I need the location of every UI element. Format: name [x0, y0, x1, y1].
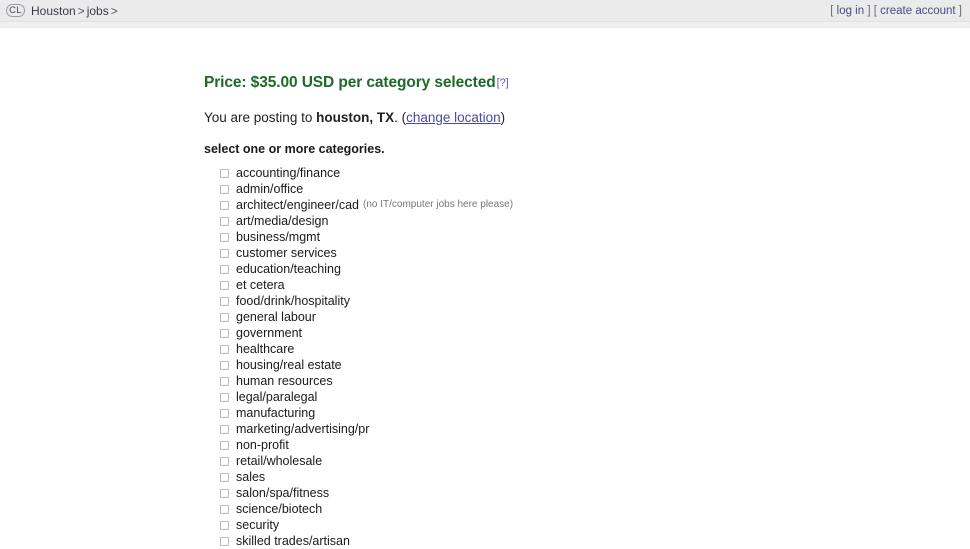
posting-period-text: . (: [394, 110, 407, 125]
category-label[interactable]: education/teaching: [236, 261, 341, 277]
category-list-item[interactable]: sales: [220, 469, 970, 485]
category-label[interactable]: admin/office: [236, 181, 303, 197]
select-categories-instruction: select one or more categories.: [204, 142, 385, 156]
category-checkbox[interactable]: [220, 232, 229, 242]
category-list-item[interactable]: human resources: [220, 373, 970, 389]
category-label[interactable]: legal/paralegal: [236, 389, 317, 405]
category-checkbox[interactable]: [220, 536, 229, 546]
category-list-item[interactable]: et cetera: [220, 277, 970, 293]
category-list-item[interactable]: accounting/finance: [220, 165, 970, 181]
category-checkbox[interactable]: [220, 520, 229, 530]
category-list-item[interactable]: science/biotech: [220, 501, 970, 517]
change-location-link[interactable]: change location: [406, 110, 501, 125]
create-account-link[interactable]: create account: [880, 5, 955, 17]
site-header: CL Houston > jobs > [ log in ] [ create acc…: [0, 0, 970, 22]
category-checkbox[interactable]: [220, 328, 229, 338]
category-checkbox[interactable]: [220, 344, 229, 354]
category-checkbox[interactable]: [220, 312, 229, 322]
price-heading-text: Price: $35.00 USD per category selected: [204, 74, 496, 91]
breadcrumb-separator-1: >: [77, 3, 85, 18]
create-account-open-bracket: [: [873, 4, 877, 17]
category-checkbox[interactable]: [220, 504, 229, 514]
category-label[interactable]: sales: [236, 469, 265, 485]
category-label[interactable]: salon/spa/fitness: [236, 485, 329, 501]
category-checkbox[interactable]: [220, 360, 229, 370]
category-list-item[interactable]: salon/spa/fitness: [220, 485, 970, 501]
category-label[interactable]: marketing/advertising/pr: [236, 421, 369, 437]
category-label[interactable]: manufacturing: [236, 405, 315, 421]
posting-location-value: houston, TX: [316, 110, 395, 125]
category-list-item[interactable]: general labour: [220, 309, 970, 325]
category-list-item[interactable]: business/mgmt: [220, 229, 970, 245]
category-checkbox[interactable]: [220, 392, 229, 402]
login-open-bracket: [: [830, 4, 834, 17]
price-heading: Price: $35.00 USD per category selected[…: [204, 74, 970, 92]
account-links: [ log in ] [ create account ]: [830, 5, 962, 17]
create-account-close-bracket: ]: [958, 4, 962, 17]
category-label[interactable]: business/mgmt: [236, 229, 320, 245]
breadcrumb-item-jobs[interactable]: jobs: [87, 4, 109, 18]
category-checkbox[interactable]: [220, 216, 229, 226]
category-label[interactable]: non-profit: [236, 437, 289, 453]
category-list-item[interactable]: skilled trades/artisan: [220, 533, 970, 549]
category-label[interactable]: housing/real estate: [236, 357, 342, 373]
category-checkbox[interactable]: [220, 488, 229, 498]
category-label[interactable]: accounting/finance: [236, 165, 340, 181]
category-checkbox[interactable]: [220, 184, 229, 194]
category-checkbox[interactable]: [220, 440, 229, 450]
category-list: accounting/finance admin/office architect/…: [204, 165, 970, 549]
category-checkbox[interactable]: [220, 248, 229, 258]
category-label[interactable]: healthcare: [236, 341, 294, 357]
category-checkbox[interactable]: [220, 168, 229, 178]
category-list-item[interactable]: education/teaching: [220, 261, 970, 277]
price-help-link[interactable]: [?]: [497, 77, 509, 89]
login-close-bracket: ]: [867, 4, 871, 17]
category-checkbox[interactable]: [220, 264, 229, 274]
category-checkbox[interactable]: [220, 456, 229, 466]
category-label[interactable]: general labour: [236, 309, 316, 325]
category-checkbox[interactable]: [220, 296, 229, 306]
posting-location-line: You are posting to houston, TX. (change …: [204, 110, 970, 125]
category-checkbox[interactable]: [220, 424, 229, 434]
category-list-item[interactable]: food/drink/hospitality: [220, 293, 970, 309]
category-label[interactable]: food/drink/hospitality: [236, 293, 350, 309]
category-list-item[interactable]: retail/wholesale: [220, 453, 970, 469]
category-label[interactable]: government: [236, 325, 302, 341]
category-checkbox[interactable]: [220, 280, 229, 290]
category-list-item[interactable]: marketing/advertising/pr: [220, 421, 970, 437]
category-checkbox[interactable]: [220, 376, 229, 386]
category-list-item[interactable]: non-profit: [220, 437, 970, 453]
category-label[interactable]: architect/engineer/cad: [236, 197, 359, 213]
category-label[interactable]: customer services: [236, 245, 337, 261]
category-list-item[interactable]: architect/engineer/cad (no IT/computer jo…: [220, 197, 970, 213]
category-list-item[interactable]: government: [220, 325, 970, 341]
category-label[interactable]: art/media/design: [236, 213, 328, 229]
category-list-item[interactable]: manufacturing: [220, 405, 970, 421]
category-checkbox[interactable]: [220, 200, 229, 210]
category-label[interactable]: skilled trades/artisan: [236, 533, 350, 549]
category-list-item[interactable]: legal/paralegal: [220, 389, 970, 405]
breadcrumb: Houston > jobs >: [31, 4, 120, 18]
breadcrumb-separator-2: >: [110, 3, 118, 18]
category-label[interactable]: security: [236, 517, 279, 533]
category-list-item[interactable]: art/media/design: [220, 213, 970, 229]
category-checkbox[interactable]: [220, 408, 229, 418]
main-content: Price: $35.00 USD per category selected[…: [0, 28, 970, 549]
category-label[interactable]: retail/wholesale: [236, 453, 322, 469]
craigslist-logo[interactable]: CL: [6, 4, 25, 17]
breadcrumb-item-houston[interactable]: Houston: [31, 4, 76, 18]
category-list-item[interactable]: housing/real estate: [220, 357, 970, 373]
category-list-item[interactable]: security: [220, 517, 970, 533]
category-label[interactable]: science/biotech: [236, 501, 322, 517]
category-list-item[interactable]: healthcare: [220, 341, 970, 357]
category-list-item[interactable]: customer services: [220, 245, 970, 261]
category-note: (no IT/computer jobs here please): [363, 199, 514, 210]
posting-suffix-text: ): [500, 110, 506, 125]
posting-prefix-text: You are posting to: [204, 110, 317, 125]
category-list-item[interactable]: admin/office: [220, 181, 970, 197]
category-label[interactable]: human resources: [236, 373, 333, 389]
category-checkbox[interactable]: [220, 472, 229, 482]
log-in-link[interactable]: log in: [837, 5, 865, 17]
category-label[interactable]: et cetera: [236, 277, 285, 293]
